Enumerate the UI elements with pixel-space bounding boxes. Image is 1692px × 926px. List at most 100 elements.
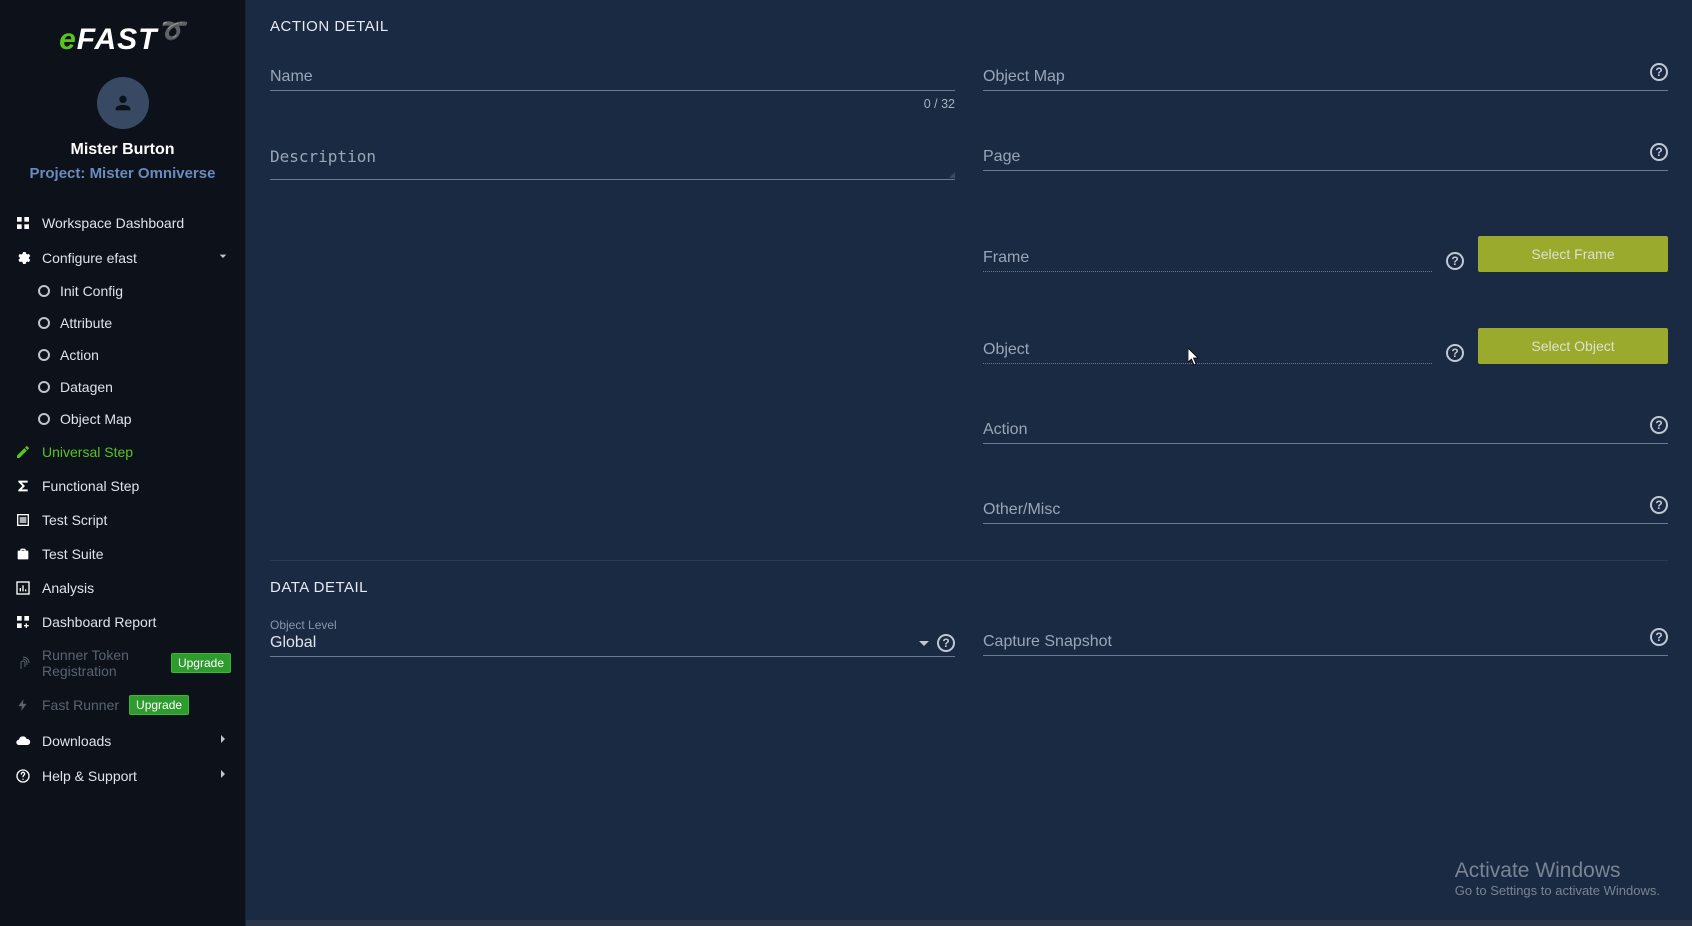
bullet-icon <box>38 317 50 329</box>
chevron-right-icon <box>215 766 231 785</box>
description-input-line <box>270 147 955 180</box>
field-object-map: ? <box>983 67 1668 91</box>
help-icon <box>14 767 32 785</box>
sidebar-subitem-action[interactable]: Action <box>0 339 245 371</box>
dashboard-icon <box>14 214 32 232</box>
sidebar-item-label: Universal Step <box>42 444 133 460</box>
section-title-data-detail: DATA DETAIL <box>270 579 1668 596</box>
sidebar-item-workspace-dashboard[interactable]: Workspace Dashboard <box>0 206 245 240</box>
action-detail-section: ACTION DETAIL 0 / 32 ? <box>246 0 1692 560</box>
upgrade-badge[interactable]: Upgrade <box>129 695 189 715</box>
chevron-right-icon <box>215 731 231 750</box>
nav: Workspace Dashboard Configure efast Init… <box>0 198 245 926</box>
sidebar-item-label: Object Map <box>60 411 132 427</box>
select-object-button[interactable]: Select Object <box>1478 328 1668 364</box>
sidebar-item-dashboard-report[interactable]: Dashboard Report <box>0 605 245 639</box>
avatar[interactable] <box>97 77 149 129</box>
help-icon[interactable]: ? <box>1446 252 1464 270</box>
bullet-icon <box>38 349 50 361</box>
name-input-line <box>270 67 955 91</box>
action-input[interactable] <box>983 421 1668 439</box>
sidebar-item-test-script[interactable]: Test Script <box>0 503 245 537</box>
sidebar-item-label: Workspace Dashboard <box>42 215 184 231</box>
page-input[interactable] <box>983 148 1668 166</box>
fingerprint-icon <box>14 654 32 672</box>
help-icon[interactable]: ? <box>1446 344 1464 362</box>
capture-snapshot-input[interactable] <box>983 633 1668 651</box>
sidebar-item-functional-step[interactable]: Functional Step <box>0 469 245 503</box>
sidebar-item-configure-efast[interactable]: Configure efast <box>0 240 245 275</box>
upgrade-badge[interactable]: Upgrade <box>171 653 231 673</box>
sidebar-item-label: Functional Step <box>42 478 139 494</box>
sidebar-item-test-suite[interactable]: Test Suite <box>0 537 245 571</box>
sidebar-item-label: Datagen <box>60 379 113 395</box>
sigma-icon <box>14 477 32 495</box>
data-form-grid: Object Level Global ? ? <box>270 604 1668 657</box>
name-char-count: 0 / 32 <box>924 97 955 111</box>
sidebar-subitem-object-map[interactable]: Object Map <box>0 403 245 435</box>
sidebar-item-label: Configure efast <box>42 250 137 266</box>
select-frame-button[interactable]: Select Frame <box>1478 236 1668 272</box>
sidebar-subitem-datagen[interactable]: Datagen <box>0 371 245 403</box>
object-map-input[interactable] <box>983 68 1668 86</box>
resize-handle-icon[interactable] <box>945 168 955 178</box>
capture-snapshot-input-line <box>983 632 1668 656</box>
sidebar-subitem-init-config[interactable]: Init Config <box>0 275 245 307</box>
sidebar-item-analysis[interactable]: Analysis <box>0 571 245 605</box>
data-detail-section: DATA DETAIL Object Level Global ? ? <box>246 561 1692 657</box>
sidebar-item-help-support[interactable]: Help & Support <box>0 758 245 793</box>
field-description <box>270 147 955 180</box>
section-title-action-detail: ACTION DETAIL <box>270 18 1668 35</box>
sidebar-item-downloads[interactable]: Downloads <box>0 723 245 758</box>
help-icon[interactable]: ? <box>1650 143 1668 161</box>
chevron-down-icon <box>215 248 231 267</box>
help-icon[interactable]: ? <box>1650 416 1668 434</box>
object-level-label: Object Level <box>270 618 955 632</box>
bullet-icon <box>38 413 50 425</box>
cloud-download-icon <box>14 732 32 750</box>
object-level-value: Global <box>270 634 919 652</box>
description-input[interactable] <box>270 147 955 175</box>
field-frame: ? Select Frame <box>983 236 1668 272</box>
empty-cell <box>270 236 955 237</box>
field-other-misc: ? <box>983 500 1668 524</box>
logo: eFAST➰ <box>0 0 245 67</box>
help-icon[interactable]: ? <box>1650 496 1668 514</box>
sidebar-item-label: Test Script <box>42 512 107 528</box>
bullet-icon <box>38 285 50 297</box>
logo-e: e <box>59 23 77 56</box>
object-input[interactable] <box>983 341 1432 359</box>
field-action: ? <box>983 420 1668 444</box>
help-icon[interactable]: ? <box>1650 63 1668 81</box>
sidebar-item-label: Action <box>60 347 99 363</box>
empty-cell <box>270 500 955 501</box>
field-object-level: Object Level Global ? <box>270 618 955 657</box>
help-icon[interactable]: ? <box>937 634 955 652</box>
logo-rest: FAST <box>77 23 158 56</box>
bottom-scroll-track[interactable] <box>246 920 1692 926</box>
main-content: ACTION DETAIL 0 / 32 ? <box>246 0 1692 926</box>
name-input[interactable] <box>270 68 955 86</box>
sidebar-item-runner-token[interactable]: Runner Token Registration Upgrade <box>0 639 245 687</box>
frame-input[interactable] <box>983 249 1432 267</box>
sidebar-item-label: Attribute <box>60 315 112 331</box>
sidebar-item-label: Fast Runner <box>42 697 119 713</box>
other-input[interactable] <box>983 501 1668 519</box>
action-form-grid: 0 / 32 ? <box>270 43 1668 560</box>
profile-block: Mister Burton Project: Mister Omniverse <box>0 67 245 198</box>
sidebar-item-label: Analysis <box>42 580 94 596</box>
object-input-line <box>983 340 1432 364</box>
briefcase-icon <box>14 545 32 563</box>
object-level-select[interactable]: Global ? <box>270 634 955 657</box>
sidebar-item-universal-step[interactable]: Universal Step <box>0 435 245 469</box>
empty-cell <box>270 420 955 421</box>
user-icon <box>112 92 134 114</box>
logo-text: eFAST➰ <box>59 23 186 56</box>
sidebar-item-fast-runner[interactable]: Fast Runner Upgrade <box>0 687 245 723</box>
project-name: Project: Mister Omniverse <box>0 165 245 182</box>
help-icon[interactable]: ? <box>1650 628 1668 646</box>
sidebar-subitem-attribute[interactable]: Attribute <box>0 307 245 339</box>
gear-icon <box>14 249 32 267</box>
bolt-icon <box>14 696 32 714</box>
field-page: ? <box>983 147 1668 180</box>
